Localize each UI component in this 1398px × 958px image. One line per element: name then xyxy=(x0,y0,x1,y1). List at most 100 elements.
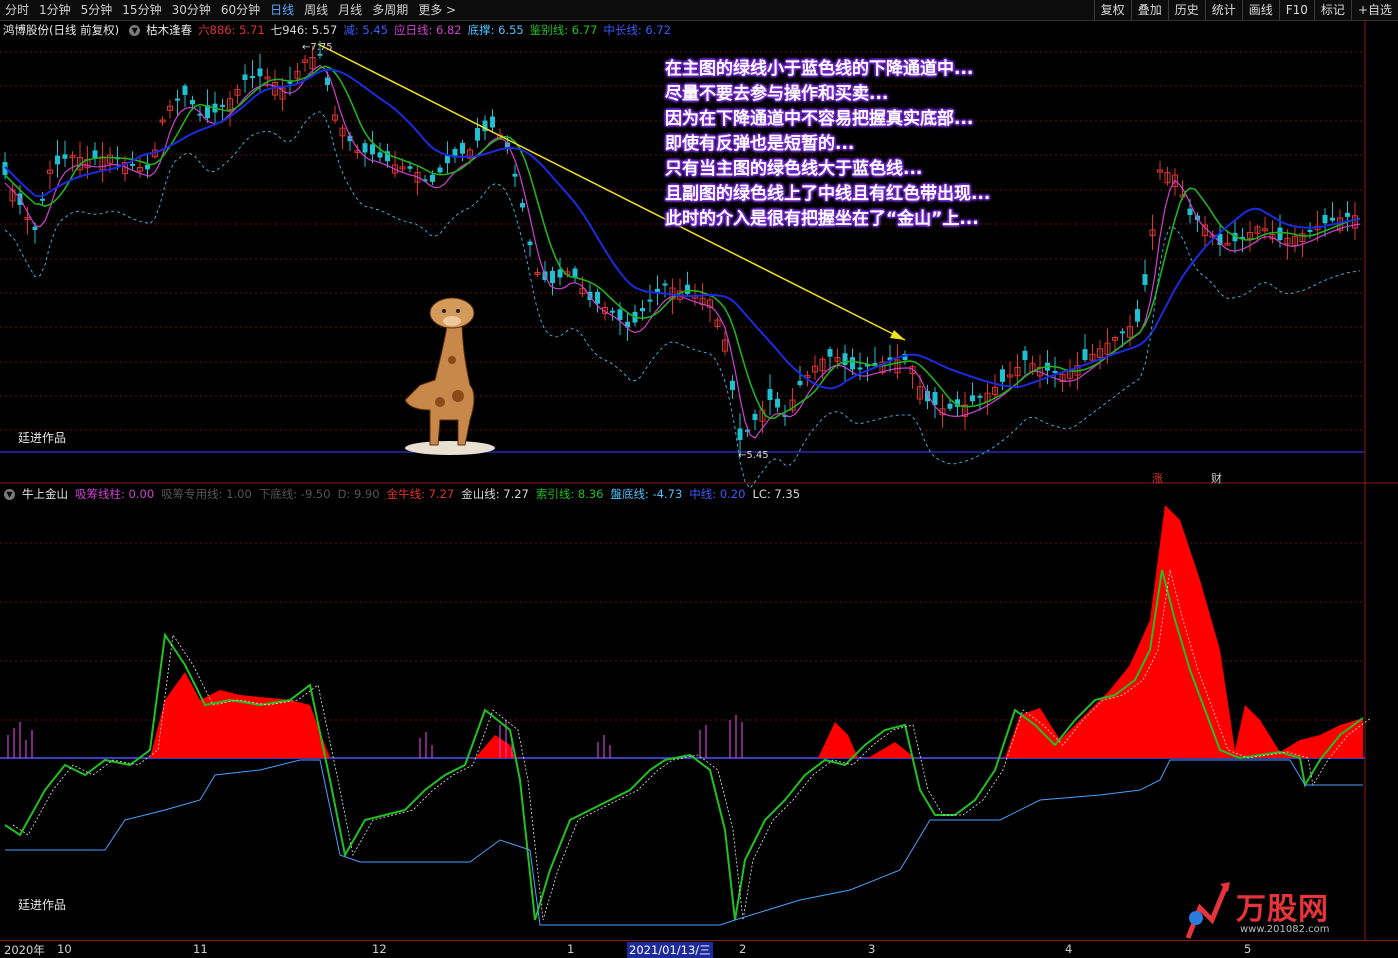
candle-body xyxy=(430,174,435,182)
annotation-line: 即使有反弹也是短暂的... xyxy=(665,134,855,154)
annotation-line: 在主图的绿线小于蓝色线的下降通道中... xyxy=(665,59,974,79)
indicator-param: D: 9.90 xyxy=(337,487,380,501)
candle-body xyxy=(842,353,848,365)
date-tick: 2 xyxy=(739,942,747,956)
candle-body xyxy=(775,398,780,408)
candle-body xyxy=(977,395,983,398)
candle-body xyxy=(377,152,383,158)
date-tick: 4 xyxy=(1065,942,1073,956)
candle-body xyxy=(1277,227,1283,240)
red-band-area xyxy=(150,672,330,758)
candle-body xyxy=(362,143,368,153)
sub-indicator-name[interactable]: 牛上金山 xyxy=(22,486,68,502)
candle-body xyxy=(550,270,555,284)
candle-body xyxy=(40,198,45,201)
candle-body xyxy=(1022,350,1028,360)
candle-body xyxy=(55,155,60,165)
candle-body xyxy=(970,395,975,402)
bull-logo-icon xyxy=(1185,882,1230,939)
candle-body xyxy=(1120,331,1125,334)
indicator-param: 盤底线: -4.73 xyxy=(610,487,683,501)
indicator-param: 中线: 0.20 xyxy=(689,487,746,501)
candle-body xyxy=(242,74,248,80)
candle-body xyxy=(1135,309,1140,322)
author-label-sub: 廷进作品 xyxy=(18,898,67,912)
candle-body xyxy=(250,75,255,79)
candle-body xyxy=(1052,370,1058,373)
candle-body xyxy=(662,283,668,286)
flag-cai: 财 xyxy=(1211,472,1222,485)
candle-body xyxy=(617,309,623,320)
candle-body xyxy=(1187,208,1193,215)
candle-body xyxy=(737,428,743,440)
candle-body xyxy=(527,241,533,245)
candle-body xyxy=(407,166,413,169)
candle-body xyxy=(610,310,615,313)
indicator-param: 吸筹专用线: 1.00 xyxy=(161,487,252,501)
candle-body xyxy=(857,367,863,370)
red-band-area xyxy=(818,722,858,758)
candle-body xyxy=(460,142,465,154)
indicator-param: 吸筹线柱: 0.00 xyxy=(75,487,155,501)
candle-body xyxy=(850,357,855,370)
candle-body xyxy=(1345,212,1350,217)
candle-body xyxy=(62,154,68,159)
candle-body xyxy=(1082,349,1088,360)
indicator-param: 金山线: 7.27 xyxy=(461,487,529,501)
logo-url: www.201082.com xyxy=(1240,924,1330,935)
indicator-param: 索引线: 8.36 xyxy=(535,487,604,501)
high-price-label: ←7.75 xyxy=(302,42,333,53)
candle-body xyxy=(182,85,188,95)
date-tick: 12 xyxy=(372,942,387,956)
candle-body xyxy=(490,116,495,128)
candle-body xyxy=(827,349,833,357)
annotation-line: 因为在下降通道中不容易把握真实底部... xyxy=(665,109,974,129)
candle-body xyxy=(145,164,150,170)
author-label-main: 廷进作品 xyxy=(18,431,67,445)
candle-body xyxy=(685,284,690,294)
candle-body xyxy=(572,268,578,278)
candle-body xyxy=(190,99,195,105)
candle-body xyxy=(512,173,518,177)
date-tick: 2020年 xyxy=(4,943,45,957)
date-tick: 10 xyxy=(57,942,72,956)
candle-body xyxy=(32,226,38,230)
candle-body xyxy=(220,104,225,107)
candle-body xyxy=(752,413,758,420)
annotation-line: 只有当主图的绿色线大于蓝色线... xyxy=(665,159,923,179)
date-tick: 5 xyxy=(1244,942,1252,956)
annotation-line: 此时的介入是很有把握坐在了“金山”上... xyxy=(665,209,979,229)
indicator-param: 下底线: -9.50 xyxy=(258,487,331,501)
candle-body xyxy=(947,403,953,409)
candle-body xyxy=(520,203,525,208)
candle-body xyxy=(257,68,263,77)
candle-body xyxy=(475,128,480,141)
candle-body xyxy=(317,53,323,56)
candle-body xyxy=(325,77,330,85)
date-tick: 1 xyxy=(567,942,575,956)
candle-body xyxy=(1000,369,1005,382)
bottom-support-line xyxy=(5,759,1363,926)
candle-body xyxy=(1322,214,1328,224)
strategy-annotation: 在主图的绿线小于蓝色线的下降通道中... 尽量不要去参与操作和买卖... 因为在… xyxy=(665,57,990,232)
candle-body xyxy=(175,98,180,101)
candle-body xyxy=(647,299,653,302)
candle-body xyxy=(1142,274,1148,285)
indicator-param: 金牛线: 7.27 xyxy=(386,487,455,501)
chevron-down-icon[interactable]: ▼ xyxy=(4,488,15,500)
candle-body xyxy=(437,167,443,173)
candle-body xyxy=(287,81,293,84)
red-band-area xyxy=(475,735,515,758)
candle-body xyxy=(595,291,600,304)
candle-body xyxy=(767,389,773,400)
indicator-param: LC: 7.35 xyxy=(752,487,801,501)
candle-body xyxy=(557,269,563,278)
candle-body xyxy=(640,308,645,312)
watermark-logo: 万股网 www.201082.com xyxy=(1180,878,1380,944)
candle-body xyxy=(730,380,735,390)
annotation-line: 且副图的绿色线上了中线且有红色带出现... xyxy=(665,184,991,204)
giraffe-sticker-icon xyxy=(404,297,495,455)
sub-indicator-params: 吸筹线柱: 0.00 吸筹专用线: 1.00 下底线: -9.50 D: 9.90 金牛… xyxy=(75,486,807,502)
annotation-line: 尽量不要去参与操作和买卖... xyxy=(665,84,889,104)
cursor-date: 2021/01/13/三 xyxy=(627,942,713,958)
